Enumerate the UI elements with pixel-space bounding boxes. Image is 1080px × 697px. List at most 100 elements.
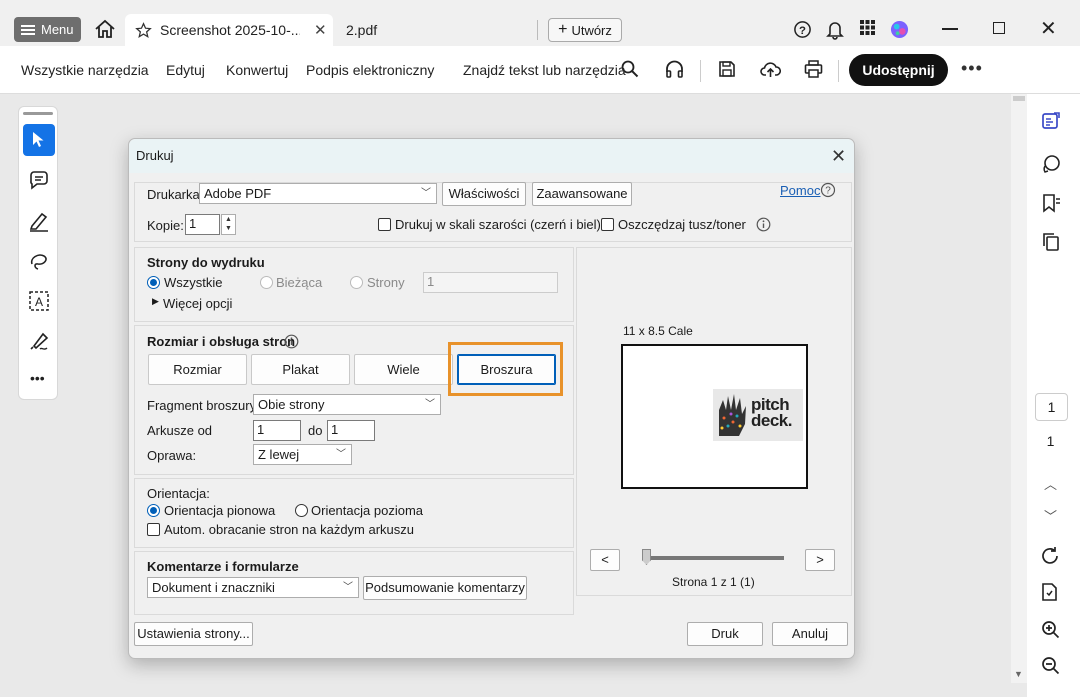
edit-pdf-icon[interactable] bbox=[1041, 111, 1061, 131]
printer-value: Adobe PDF bbox=[204, 186, 272, 201]
print-icon[interactable] bbox=[804, 60, 823, 78]
document-scrollbar[interactable]: ▼ bbox=[1011, 94, 1027, 683]
copies-input[interactable]: 1 bbox=[185, 214, 220, 235]
plus-icon: + bbox=[558, 21, 568, 38]
avatar[interactable] bbox=[890, 20, 909, 39]
more-tools-icon[interactable]: ••• bbox=[30, 370, 45, 386]
auto-rotate-checkbox[interactable] bbox=[147, 523, 160, 536]
more-options-icon[interactable]: ••• bbox=[961, 58, 983, 79]
text-box-icon[interactable]: A bbox=[28, 290, 50, 312]
dialog-title-bar: Drukuj ✕ bbox=[129, 139, 854, 173]
landscape-radio[interactable] bbox=[295, 504, 308, 517]
advanced-button[interactable]: Zaawansowane bbox=[532, 182, 632, 206]
maximize-icon[interactable] bbox=[993, 22, 1005, 34]
star-icon[interactable] bbox=[135, 21, 152, 39]
portrait-radio[interactable] bbox=[147, 504, 160, 517]
bookmark-icon[interactable] bbox=[1041, 193, 1061, 213]
freehand-draw-icon[interactable] bbox=[28, 250, 50, 272]
help-icon[interactable]: ? bbox=[793, 20, 812, 39]
menu-e-sign[interactable]: Podpis elektroniczny bbox=[306, 62, 434, 78]
comments-value: Dokument i znaczniki bbox=[152, 580, 275, 595]
poster-button[interactable]: Plakat bbox=[251, 354, 350, 385]
svg-text:?: ? bbox=[799, 25, 806, 37]
sign-pen-icon[interactable] bbox=[28, 330, 50, 352]
preview-slider-track[interactable] bbox=[644, 556, 784, 560]
logo-text-line2: deck. bbox=[751, 411, 792, 430]
info-icon[interactable] bbox=[756, 217, 771, 232]
sheets-from-label: Arkusze od bbox=[147, 423, 213, 438]
menu-edit[interactable]: Edytuj bbox=[166, 62, 205, 78]
share-button[interactable]: Udostępnij bbox=[849, 54, 948, 86]
minimize-icon[interactable] bbox=[942, 28, 958, 30]
pages-range-input[interactable]: 1 bbox=[423, 272, 558, 293]
page-down-chevron-icon[interactable]: ﹀ bbox=[1044, 506, 1057, 525]
bell-icon[interactable] bbox=[826, 20, 844, 40]
help-link[interactable]: Pomoc bbox=[780, 183, 820, 198]
save-icon[interactable] bbox=[718, 60, 736, 78]
scroll-up-arrow[interactable] bbox=[1013, 96, 1025, 101]
page-number-input[interactable]: 1 bbox=[1035, 393, 1068, 421]
properties-button[interactable]: Właściwości bbox=[442, 182, 526, 206]
page-setup-button[interactable]: Ustawienia strony... bbox=[134, 622, 253, 646]
search-tools-field[interactable]: Znajdź tekst lub narzędzia bbox=[463, 62, 626, 78]
chevron-down-icon: ﹀ bbox=[343, 582, 353, 593]
grayscale-checkbox[interactable] bbox=[378, 218, 391, 231]
help-circle-icon[interactable]: ? bbox=[820, 182, 836, 198]
sheets-to-input[interactable]: 1 bbox=[327, 420, 375, 441]
pages-range-radio[interactable] bbox=[350, 276, 363, 289]
sheets-from-input[interactable]: 1 bbox=[253, 420, 301, 441]
preview-next-button[interactable]: > bbox=[805, 549, 835, 571]
info-icon[interactable] bbox=[284, 334, 299, 349]
menu-button[interactable]: Menu bbox=[14, 17, 81, 42]
menu-label: Menu bbox=[41, 22, 74, 37]
grayscale-label: Drukuj w skali szarości (czerń i biel) bbox=[395, 217, 601, 232]
dialog-close-icon[interactable]: ✕ bbox=[831, 146, 846, 167]
booklet-subset-select[interactable]: Obie strony ﹀ bbox=[253, 394, 441, 415]
zoom-in-icon[interactable] bbox=[1041, 620, 1060, 639]
pages-all-label: Wszystkie bbox=[164, 275, 223, 290]
tab-2pdf[interactable]: 2.pdf bbox=[346, 22, 377, 38]
printer-select[interactable]: Adobe PDF ﹀ bbox=[199, 183, 437, 204]
copies-stepper[interactable]: ▲ ▼ bbox=[221, 214, 236, 235]
more-options-link[interactable]: Więcej opcji bbox=[163, 296, 232, 311]
menu-convert[interactable]: Konwertuj bbox=[226, 62, 288, 78]
scroll-down-arrow[interactable]: ▼ bbox=[1014, 669, 1023, 679]
home-icon[interactable] bbox=[94, 19, 116, 39]
preview-page: pitch deck. bbox=[621, 344, 808, 489]
main-toolbar: Wszystkie narzędzia Edytuj Konwertuj Pod… bbox=[0, 46, 1080, 94]
zoom-out-icon[interactable] bbox=[1041, 656, 1060, 675]
menu-all-tools[interactable]: Wszystkie narzędzia bbox=[21, 62, 149, 78]
close-window-icon[interactable]: ✕ bbox=[1040, 16, 1057, 41]
save-ink-checkbox[interactable] bbox=[601, 218, 614, 231]
pages-current-radio[interactable] bbox=[260, 276, 273, 289]
tab-screenshot[interactable]: Screenshot 2025-10-... ✕ bbox=[125, 14, 333, 46]
binding-label: Oprawa: bbox=[147, 448, 197, 463]
left-tool-panel: A ••• bbox=[18, 106, 58, 400]
pages-all-radio[interactable] bbox=[147, 276, 160, 289]
select-tool-button[interactable] bbox=[23, 124, 55, 156]
comments-icon[interactable] bbox=[1041, 154, 1061, 174]
cloud-upload-icon[interactable] bbox=[760, 60, 781, 78]
search-icon[interactable] bbox=[621, 60, 639, 78]
binding-select[interactable]: Z lewej ﹀ bbox=[253, 444, 352, 465]
create-button[interactable]: + Utwórz bbox=[548, 18, 622, 42]
fit-page-icon[interactable] bbox=[1041, 582, 1059, 602]
orientation-title: Orientacja: bbox=[147, 486, 210, 501]
page-up-chevron-icon[interactable]: ︿ bbox=[1044, 474, 1057, 493]
comments-select[interactable]: Dokument i znaczniki ﹀ bbox=[147, 577, 359, 598]
comment-icon[interactable] bbox=[28, 170, 50, 192]
size-button[interactable]: Rozmiar bbox=[148, 354, 247, 385]
print-button[interactable]: Druk bbox=[687, 622, 763, 646]
summarize-comments-button[interactable]: Podsumowanie komentarzy bbox=[363, 576, 527, 600]
cancel-button[interactable]: Anuluj bbox=[772, 622, 848, 646]
headphones-icon[interactable] bbox=[665, 60, 684, 78]
pages-icon[interactable] bbox=[1041, 232, 1061, 252]
multiple-button[interactable]: Wiele bbox=[354, 354, 453, 385]
highlight-pen-icon[interactable] bbox=[28, 210, 50, 232]
expand-triangle-icon[interactable]: ▶ bbox=[152, 296, 159, 307]
panel-grip[interactable] bbox=[23, 112, 53, 115]
apps-grid-icon[interactable] bbox=[860, 20, 875, 35]
preview-prev-button[interactable]: < bbox=[590, 549, 620, 571]
rotate-icon[interactable] bbox=[1041, 546, 1059, 564]
close-tab-icon[interactable]: ✕ bbox=[314, 21, 327, 39]
